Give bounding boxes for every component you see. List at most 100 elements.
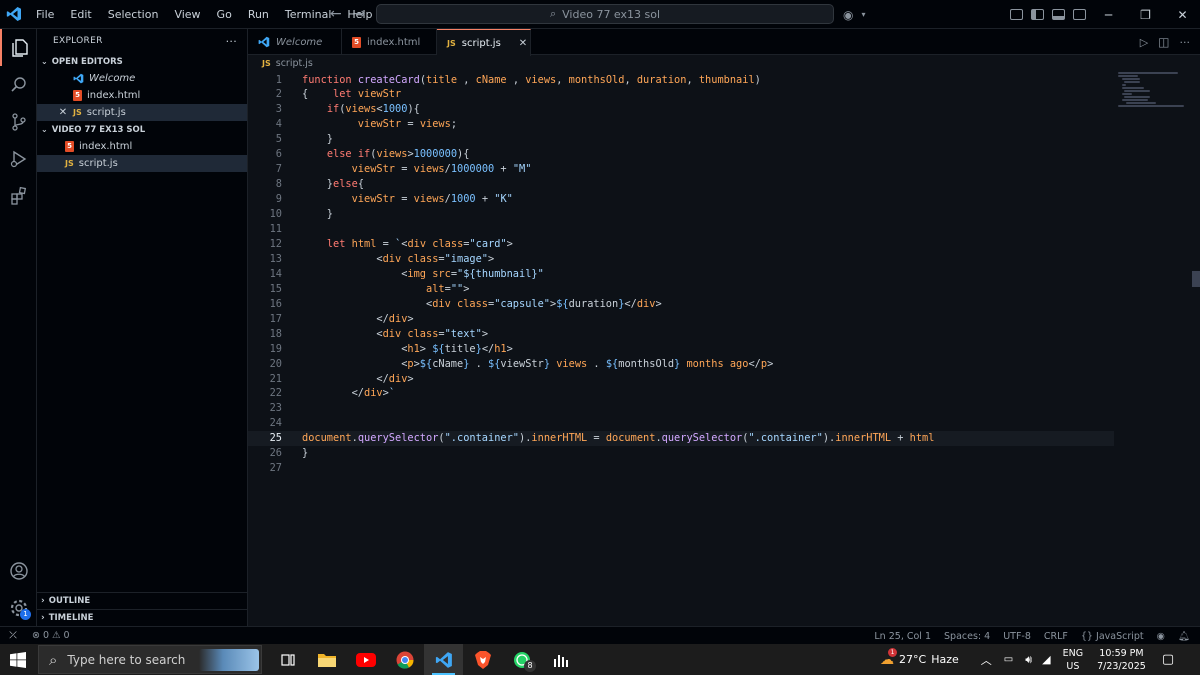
chevron-up-icon[interactable]: ︿ xyxy=(981,652,992,668)
vscode-taskbar-icon[interactable] xyxy=(424,644,463,675)
vertical-scrollbar[interactable] xyxy=(1192,71,1200,626)
file-script-js[interactable]: JS script.js xyxy=(37,155,247,172)
notifications-icon[interactable]: ▢ xyxy=(1162,652,1174,667)
battery-icon[interactable]: ▭ xyxy=(1004,654,1013,665)
code-line[interactable]: 6 else if(views>1000000){ xyxy=(248,147,1114,162)
copilot-status-icon[interactable]: ◉ xyxy=(1157,631,1165,642)
breadcrumb[interactable]: JS script.js xyxy=(248,55,313,71)
code-line[interactable]: 21 </div> xyxy=(248,371,1114,386)
whatsapp-icon[interactable]: 8 xyxy=(502,644,541,675)
code-line[interactable]: 27 xyxy=(248,461,1114,476)
code-line[interactable]: 25 document.querySelector(".container").i… xyxy=(248,430,1114,446)
open-editor-script-js[interactable]: ✕ JS script.js xyxy=(37,104,247,121)
windows-start-icon[interactable] xyxy=(0,644,36,675)
toggle-secondary-sidebar-icon[interactable] xyxy=(1073,9,1086,20)
close-editor-icon[interactable]: ✕ xyxy=(58,107,68,118)
code-line[interactable]: 17 </div> xyxy=(248,311,1114,326)
encoding[interactable]: UTF-8 xyxy=(1003,631,1031,642)
code-line[interactable]: 4 viewStr = views; xyxy=(248,117,1114,132)
clock[interactable]: 10:59 PM 7/23/2025 xyxy=(1097,647,1146,673)
task-view-icon[interactable] xyxy=(268,644,307,675)
close-icon[interactable]: ✕ xyxy=(1164,8,1200,22)
code-line[interactable]: 5 } xyxy=(248,132,1114,147)
code-editor[interactable]: 1 function createCard(title , cName , vie… xyxy=(248,71,1200,626)
manage-gear-icon[interactable]: 1 xyxy=(0,589,37,626)
taskbar-search-box[interactable]: ⌕ Type here to search xyxy=(38,645,262,674)
code-line[interactable]: 16 <div class="capsule">${duration}</div… xyxy=(248,296,1114,311)
explorer-icon[interactable] xyxy=(0,29,37,66)
search-icon[interactable] xyxy=(0,66,37,103)
split-editor-icon[interactable]: ◫ xyxy=(1158,35,1169,49)
copilot-menu[interactable]: ◉ ▾ xyxy=(843,0,866,29)
menu-edit[interactable]: Edit xyxy=(62,0,99,29)
code-line[interactable]: 19 <h1> ${title}</h1> xyxy=(248,341,1114,356)
timeline-section[interactable]: › TIMELINE xyxy=(37,609,248,626)
code-line[interactable]: 18 <div class="text"> xyxy=(248,326,1114,341)
customize-layout-icon[interactable] xyxy=(1010,9,1023,20)
tab-index-html[interactable]: 5 index.html xyxy=(342,29,437,55)
code-line[interactable]: 1 function createCard(title , cName , vie… xyxy=(248,72,1114,87)
code-line[interactable]: 24 xyxy=(248,416,1114,431)
file-index-html[interactable]: 5 index.html xyxy=(37,138,247,155)
code-line[interactable]: 3 if(views<1000){ xyxy=(248,102,1114,117)
code-line[interactable]: 12 let html = `<div class="card"> xyxy=(248,236,1114,251)
youtube-icon[interactable] xyxy=(346,644,385,675)
code-line[interactable]: 13 <div class="image"> xyxy=(248,251,1114,266)
minimize-icon[interactable]: ─ xyxy=(1090,8,1127,22)
toggle-panel-icon[interactable] xyxy=(1052,9,1065,20)
back-arrow-icon[interactable]: ← xyxy=(330,0,342,29)
code-line[interactable]: 15 alt=""> xyxy=(248,281,1114,296)
indentation[interactable]: Spaces: 4 xyxy=(944,631,990,642)
language-indicator[interactable]: ENG US xyxy=(1063,647,1083,673)
problems-indicator[interactable]: ⊗ 0 ⚠ 0 xyxy=(32,630,70,641)
run-debug-icon[interactable] xyxy=(0,140,37,177)
tab-script-js[interactable]: JS script.js ✕ xyxy=(437,29,531,56)
more-actions-icon[interactable]: ··· xyxy=(1180,36,1191,49)
restore-icon[interactable]: ❐ xyxy=(1127,8,1164,22)
close-tab-icon[interactable]: ✕ xyxy=(519,38,527,49)
more-actions-icon[interactable]: ··· xyxy=(226,35,237,48)
weather-widget[interactable]: ☁ 1 27°C Haze xyxy=(880,647,959,668)
code-line[interactable]: 2 { let viewStr xyxy=(248,87,1114,102)
toggle-primary-sidebar-icon[interactable] xyxy=(1031,9,1044,20)
code-line[interactable]: 14 <img src="${thumbnail}" xyxy=(248,266,1114,281)
language-mode[interactable]: {} JavaScript xyxy=(1081,631,1144,642)
command-center[interactable]: ⌕ Video 77 ex13 sol xyxy=(376,4,834,24)
chrome-icon[interactable] xyxy=(385,644,424,675)
extensions-icon[interactable] xyxy=(0,177,37,214)
audio-app-icon[interactable] xyxy=(541,644,580,675)
minimap[interactable] xyxy=(1118,71,1190,131)
menu-go[interactable]: Go xyxy=(209,0,240,29)
end-of-line[interactable]: CRLF xyxy=(1044,631,1068,642)
menu-selection[interactable]: Selection xyxy=(100,0,167,29)
volume-icon[interactable]: 🔊︎ xyxy=(1025,653,1032,667)
run-icon[interactable]: ▷ xyxy=(1140,36,1148,49)
tab-welcome[interactable]: Welcome xyxy=(248,29,342,55)
code-line[interactable]: 10 } xyxy=(248,207,1114,222)
code-line[interactable]: 23 xyxy=(248,401,1114,416)
menu-run[interactable]: Run xyxy=(240,0,277,29)
remote-indicator-icon[interactable]: ⤫ xyxy=(0,627,26,645)
open-editor-welcome[interactable]: Welcome xyxy=(37,70,247,87)
cursor-position[interactable]: Ln 25, Col 1 xyxy=(874,631,931,642)
open-editor-index-html[interactable]: 5 index.html xyxy=(37,87,247,104)
code-line[interactable]: 20 <p>${cName} . ${viewStr} views . ${mo… xyxy=(248,356,1114,371)
code-line[interactable]: 7 viewStr = views/1000000 + "M" xyxy=(248,162,1114,177)
folder-section[interactable]: ⌄ VIDEO 77 EX13 SOL xyxy=(37,121,247,138)
source-control-icon[interactable] xyxy=(0,103,37,140)
network-icon[interactable]: ◢ xyxy=(1042,653,1050,666)
code-line[interactable]: 9 viewStr = views/1000 + "K" xyxy=(248,192,1114,207)
code-line[interactable]: 8 }else{ xyxy=(248,177,1114,192)
account-icon[interactable] xyxy=(0,552,37,589)
notifications-bell-icon[interactable]: 🔔︎ xyxy=(1178,631,1190,642)
code-line[interactable]: 22 </div>` xyxy=(248,386,1114,401)
outline-section[interactable]: › OUTLINE xyxy=(37,592,248,609)
code-line[interactable]: 26} xyxy=(248,446,1114,461)
code-line[interactable]: 11 xyxy=(248,222,1114,237)
brave-icon[interactable] xyxy=(463,644,502,675)
forward-arrow-icon[interactable]: → xyxy=(354,0,366,29)
menu-file[interactable]: File xyxy=(28,0,62,29)
file-explorer-icon[interactable] xyxy=(307,644,346,675)
open-editors-section[interactable]: ⌄ OPEN EDITORS xyxy=(37,53,247,70)
menu-view[interactable]: View xyxy=(166,0,208,29)
